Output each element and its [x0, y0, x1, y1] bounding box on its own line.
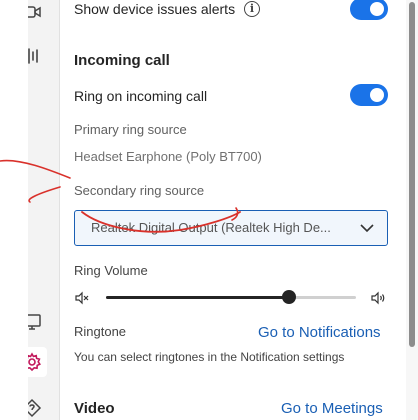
- toggle-knob: [370, 88, 384, 102]
- device-alerts-row: Show device issues alerts i: [0, 0, 418, 20]
- scroll-thumb[interactable]: [409, 2, 415, 347]
- secondary-ring-source-label: Secondary ring source: [74, 183, 205, 198]
- ring-volume-slider[interactable]: [106, 290, 356, 304]
- scrollbar[interactable]: [406, 0, 418, 420]
- chevron-down-icon: [360, 224, 374, 233]
- ring-on-incoming-toggle[interactable]: [350, 84, 388, 106]
- device-alerts-toggle[interactable]: [350, 0, 388, 20]
- video-heading: Video: [74, 400, 115, 417]
- primary-ring-source-value: Headset Earphone (Poly BT700): [74, 149, 262, 164]
- ringtone-note: You can select ringtones in the Notifica…: [74, 350, 345, 364]
- primary-ring-source-label: Primary ring source: [74, 122, 187, 137]
- secondary-ring-source-dropdown[interactable]: Realtek Digital Output (Realtek High De.…: [74, 210, 388, 246]
- go-to-notifications-link[interactable]: Go to Notifications: [258, 324, 381, 341]
- secondary-ring-source-value: Realtek Digital Output (Realtek High De.…: [91, 220, 331, 235]
- ring-volume-label: Ring Volume: [74, 263, 148, 278]
- volume-up-icon: [371, 291, 385, 305]
- left-window-edge: [0, 0, 28, 420]
- slider-fill: [106, 296, 289, 299]
- incoming-call-heading: Incoming call: [74, 52, 170, 69]
- toggle-knob: [370, 2, 384, 16]
- ringtone-label: Ringtone: [74, 324, 127, 339]
- go-to-meetings-link[interactable]: Go to Meetings: [281, 400, 383, 417]
- ring-on-incoming-label: Ring on incoming call: [74, 88, 208, 104]
- info-icon[interactable]: i: [244, 1, 260, 17]
- slider-thumb[interactable]: [281, 290, 296, 304]
- volume-mute-icon: [75, 291, 89, 305]
- device-alerts-label: Show device issues alerts: [74, 1, 236, 17]
